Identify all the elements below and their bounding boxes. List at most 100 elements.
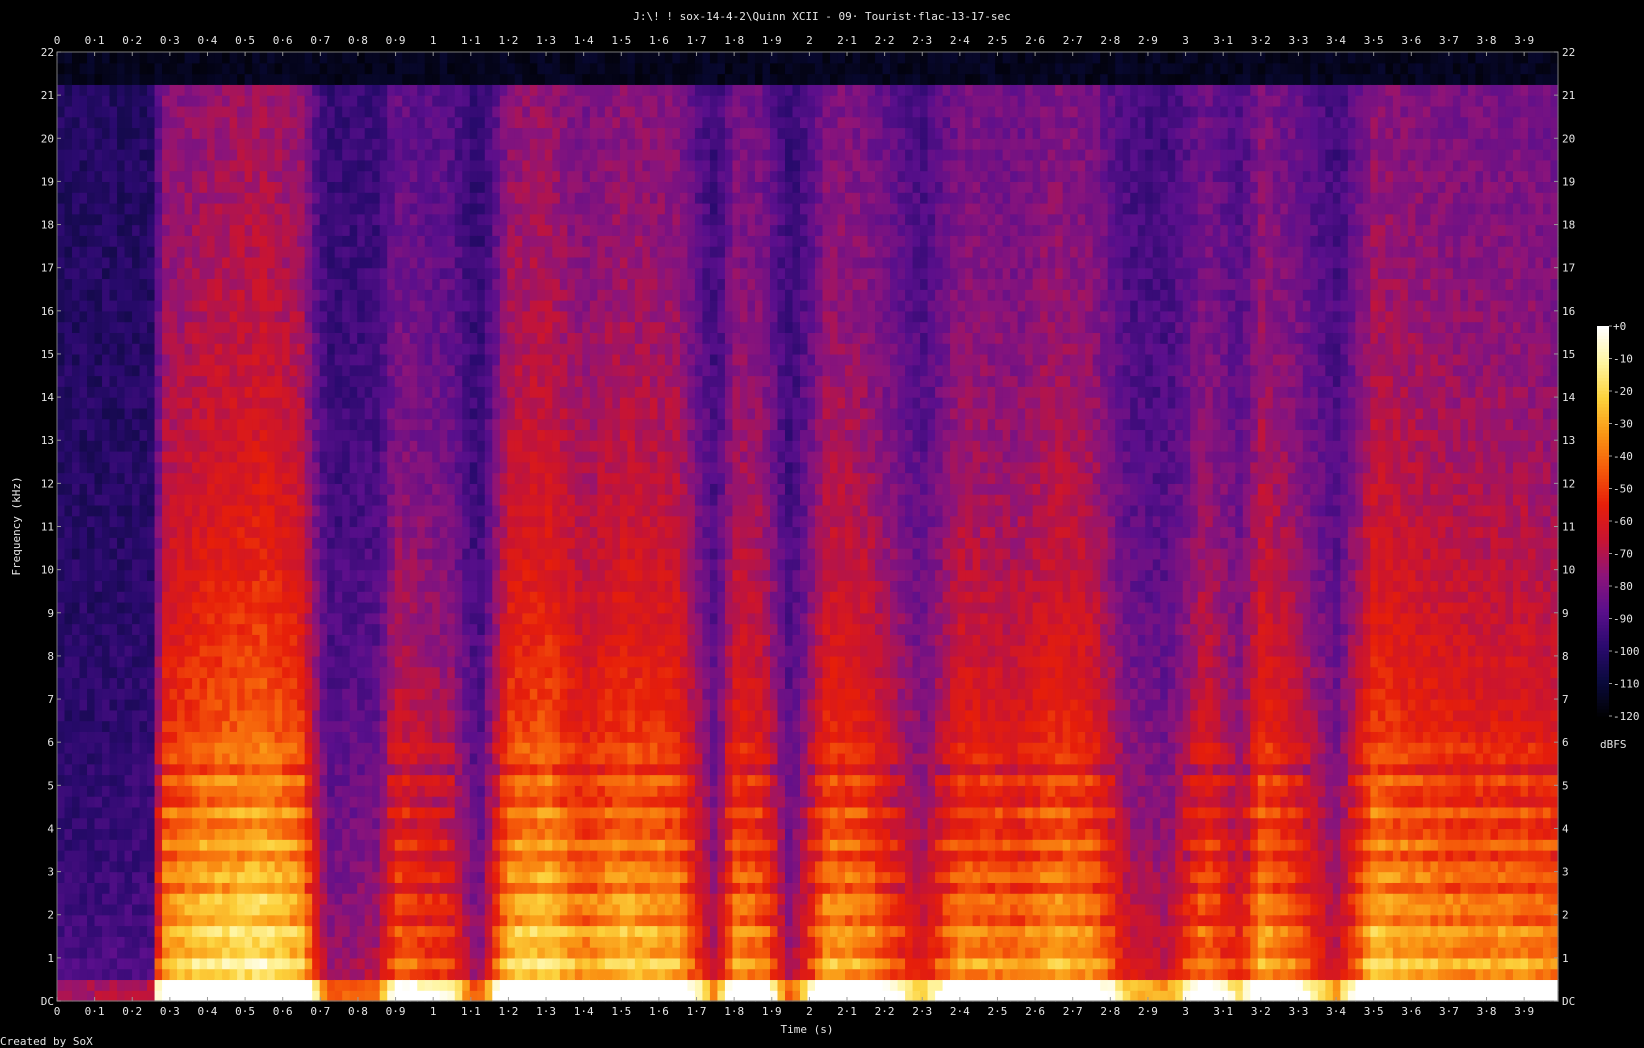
heat-cell [57, 720, 66, 732]
heat-cell [94, 224, 103, 236]
heat-cell [432, 526, 441, 538]
heat-cell [177, 84, 186, 96]
heat-cell [454, 645, 463, 657]
heat-cell [297, 95, 306, 107]
heat-cell [87, 580, 96, 592]
heat-cell [252, 850, 261, 862]
heat-cell [124, 105, 133, 118]
heat-cell [109, 957, 118, 970]
heat-cell [462, 451, 471, 463]
heat-cell [64, 817, 73, 830]
heat-cell [109, 181, 118, 193]
heat-cell [94, 321, 103, 333]
heat-cell [372, 699, 381, 711]
heat-cell [372, 882, 381, 894]
heat-cell [372, 558, 381, 571]
heat-cell [109, 655, 118, 668]
heat-cell [132, 515, 141, 528]
heat-cell [184, 623, 193, 635]
heat-cell [79, 159, 88, 172]
heat-cell [282, 537, 291, 549]
heat-cell [439, 817, 448, 830]
heat-cell [387, 601, 396, 614]
heat-cell [147, 397, 156, 409]
heat-cell [319, 839, 328, 851]
heat-cell [334, 893, 343, 905]
heat-cell [87, 343, 96, 355]
heat-cell [394, 181, 403, 193]
heat-cell [372, 62, 381, 75]
heat-cell [94, 860, 103, 873]
heat-cell [334, 170, 343, 183]
heat-cell [394, 968, 403, 981]
heat-cell [432, 731, 441, 743]
heat-cell [297, 504, 306, 517]
heat-cell [72, 979, 81, 991]
heat-cell [289, 375, 298, 387]
heat-cell [207, 267, 216, 280]
heat-cell [184, 127, 193, 139]
heat-cell [447, 181, 456, 193]
heat-cell [334, 601, 343, 614]
heat-cell [469, 752, 478, 765]
heat-cell [327, 300, 336, 312]
heat-cell [109, 558, 118, 571]
heat-cell [169, 192, 178, 204]
heat-cell [364, 936, 373, 948]
heat-cell [252, 548, 261, 560]
heat-cell [252, 375, 261, 387]
heat-cell [387, 699, 396, 711]
heat-cell [282, 95, 291, 107]
heat-cell [319, 310, 328, 323]
heat-cell [409, 623, 418, 635]
heat-cell [312, 256, 321, 269]
heat-cell [334, 235, 343, 247]
heat-cell [424, 699, 433, 711]
heat-cell [304, 785, 313, 797]
heat-cell [424, 677, 433, 689]
heat-cell [79, 558, 88, 571]
heat-cell [379, 548, 388, 560]
heat-cell [282, 591, 291, 603]
heat-cell [177, 526, 186, 538]
heat-cell [454, 623, 463, 635]
heat-cell [267, 397, 276, 409]
heat-cell [229, 170, 238, 183]
heat-cell [439, 752, 448, 765]
heat-cell [289, 699, 298, 711]
heat-cell [64, 688, 73, 700]
heat-cell [237, 612, 246, 625]
heat-cell [252, 483, 261, 495]
heat-cell [402, 515, 411, 528]
heat-cell [87, 105, 96, 118]
heat-cell [447, 612, 456, 625]
heat-cell [87, 677, 96, 689]
heat-cell [229, 192, 238, 204]
heat-cell [117, 440, 126, 452]
heat-cell [282, 472, 291, 484]
heat-cell [349, 580, 358, 592]
heat-cell [94, 828, 103, 840]
heat-cell [214, 569, 223, 582]
heat-cell [124, 796, 133, 808]
heat-cell [387, 451, 396, 463]
heat-cell [184, 353, 193, 366]
heat-cell [469, 526, 478, 538]
heat-cell [349, 267, 358, 280]
heat-cell [94, 591, 103, 603]
heat-cell [79, 353, 88, 366]
heat-cell [274, 278, 283, 290]
heat-cell [177, 688, 186, 700]
heat-cell [402, 850, 411, 862]
heat-cell [94, 601, 103, 614]
heat-cell [387, 95, 396, 107]
heat-cell [477, 860, 486, 873]
heat-cell [334, 246, 343, 258]
heat-cell [319, 720, 328, 732]
heat-cell [304, 84, 313, 96]
heat-cell [162, 979, 171, 991]
heat-cell [147, 623, 156, 635]
heat-cell [297, 655, 306, 668]
heat-cell [132, 968, 141, 981]
heat-cell [72, 893, 81, 905]
